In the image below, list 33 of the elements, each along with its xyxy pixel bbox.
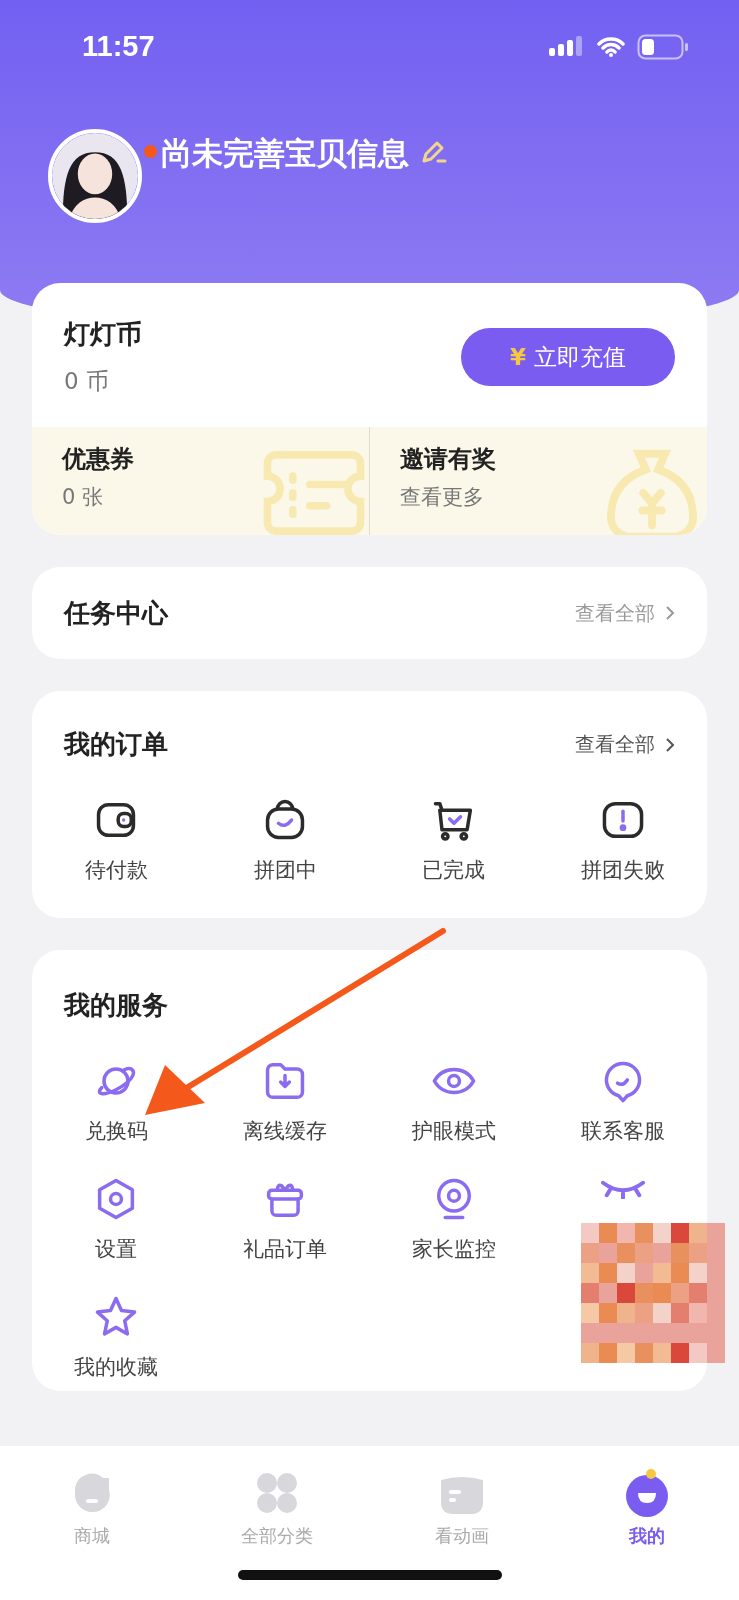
service-item[interactable]: 礼品订单 (200, 1175, 370, 1263)
service-item[interactable]: 家长监控 (369, 1175, 539, 1263)
services-title: 我的服务 (62, 989, 169, 1022)
service-item[interactable]: 兑换码 (32, 1057, 201, 1145)
coin-title: 灯灯币 (64, 318, 142, 351)
perk-subtitle: 0 张 (62, 484, 105, 511)
order-status-item[interactable]: 待付款 (32, 796, 201, 884)
wifi-icon (597, 35, 625, 58)
order-status-item[interactable]: 已完成 (369, 796, 539, 884)
perk-title[interactable]: 优惠券 (62, 443, 339, 475)
chevron-icon (665, 736, 675, 753)
coin-amount: 0 币 (64, 367, 110, 396)
order-status-item[interactable]: 拼团失败 (538, 796, 707, 884)
task-center-title: 任务中心 (64, 596, 168, 630)
service-item[interactable]: 联系客服 (538, 1057, 707, 1145)
signal-icon (549, 35, 585, 58)
recharge-button[interactable]: ¥ 立即充值 (461, 328, 675, 386)
task-center-card[interactable]: 任务中心 查看全部 (32, 567, 707, 659)
profile-name[interactable]: 尚未完善宝贝信息 (161, 133, 409, 175)
order-status-item[interactable]: 拼团中 (200, 796, 370, 884)
battery-icon (637, 33, 689, 60)
chevron-icon (665, 605, 675, 621)
view-all-link[interactable]: 查看全部 (575, 731, 675, 758)
service-item[interactable]: 我的收藏 (32, 1293, 201, 1381)
service-item[interactable]: 设置 (32, 1175, 201, 1263)
tab-item[interactable]: 我的 (554, 1446, 739, 1548)
service-item[interactable]: 护眼模式 (369, 1057, 539, 1145)
service-item[interactable]: 离线缓存 (200, 1057, 370, 1145)
closed-eye-icon (599, 1179, 646, 1199)
status-time: 11:57 (82, 30, 155, 63)
orders-title: 我的订单 (64, 728, 168, 761)
perk-subtitle: 查看更多 (400, 484, 485, 511)
perk-title[interactable]: 邀请有奖 (400, 443, 677, 475)
